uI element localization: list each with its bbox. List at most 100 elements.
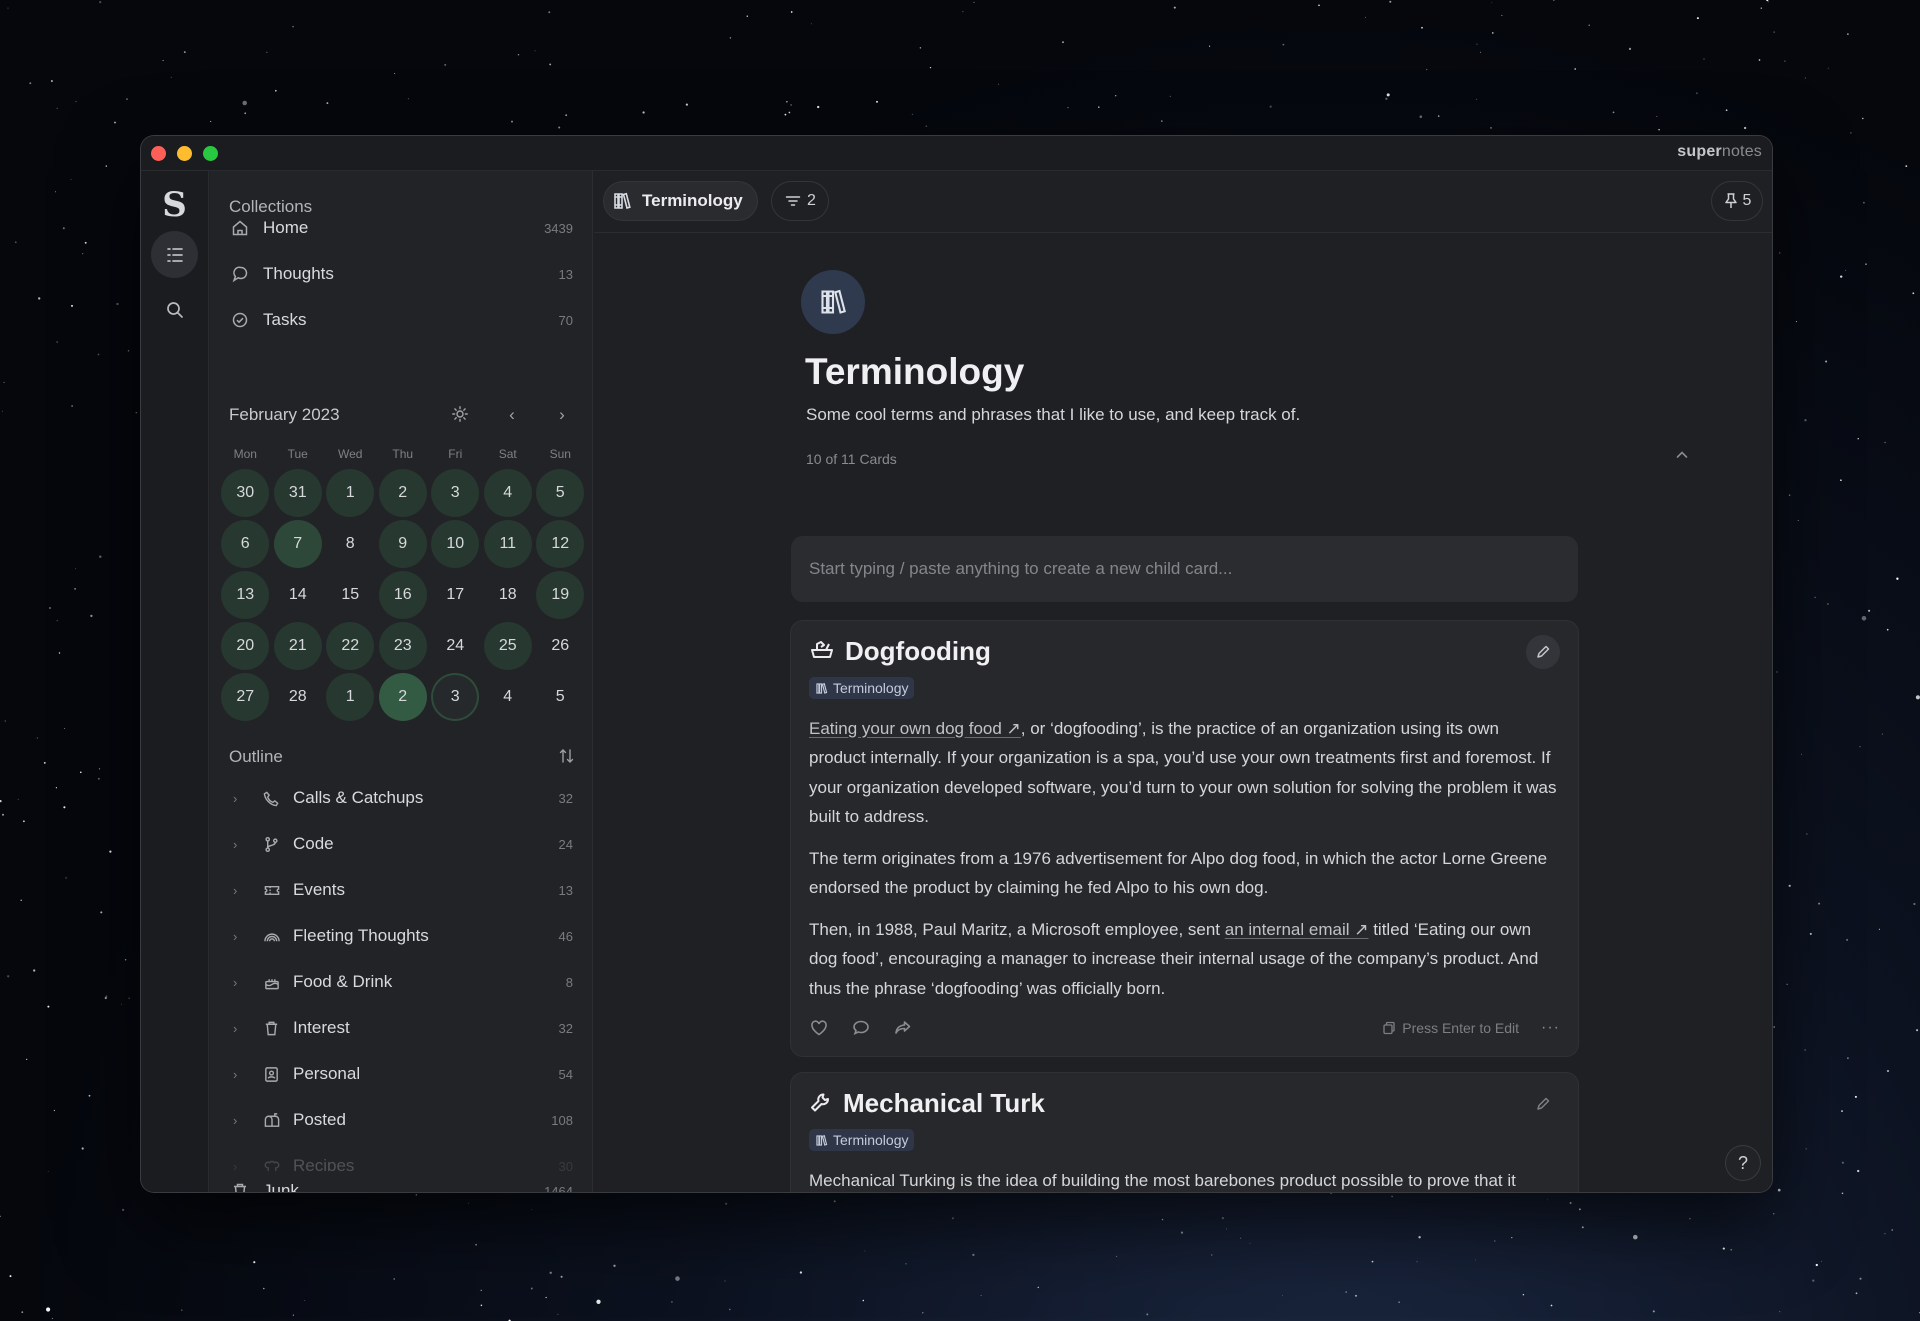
- calendar-day[interactable]: 26: [536, 622, 584, 670]
- outline-item-events[interactable]: › Events 13: [225, 870, 577, 910]
- chevron-right-icon[interactable]: ›: [233, 975, 249, 990]
- card-dogfooding[interactable]: Dogfooding Terminology Eating your own d…: [791, 621, 1578, 1056]
- calendar-day[interactable]: 27: [221, 673, 270, 721]
- edit-button[interactable]: [1526, 635, 1560, 669]
- outline-header: Outline: [229, 747, 576, 769]
- outline-count: 24: [558, 836, 573, 852]
- calendar-day[interactable]: 7: [273, 520, 322, 568]
- breadcrumb[interactable]: Terminology: [604, 182, 757, 220]
- calendar-day[interactable]: 22: [326, 622, 375, 670]
- card-tag[interactable]: Terminology: [809, 1129, 915, 1151]
- calendar-day[interactable]: 23: [378, 622, 427, 670]
- junk-item[interactable]: Junk 1464: [225, 1171, 577, 1192]
- chevron-right-icon[interactable]: ›: [233, 929, 249, 944]
- calendar-day[interactable]: 18: [484, 571, 532, 619]
- calendar-day[interactable]: 10: [431, 520, 480, 568]
- outline-item-food-drink[interactable]: › Food & Drink 8: [225, 962, 577, 1002]
- calendar-day[interactable]: 6: [221, 520, 270, 568]
- weekday-label: Fri: [448, 447, 463, 461]
- calendar-day[interactable]: 30: [221, 469, 270, 517]
- inbox-button[interactable]: [151, 1177, 198, 1192]
- calendar-day[interactable]: 1: [326, 673, 375, 721]
- card-body: Mechanical Turking is the idea of buildi…: [809, 1166, 1560, 1193]
- outline-count: 54: [558, 1066, 573, 1082]
- calendar-day[interactable]: 5: [536, 469, 585, 517]
- chevron-right-icon[interactable]: ›: [233, 1067, 249, 1082]
- external-link[interactable]: an internal email ↗: [1225, 920, 1369, 939]
- calendar-day[interactable]: 12: [536, 520, 585, 568]
- pinned-button[interactable]: 5: [1712, 182, 1762, 220]
- outline-item-personal[interactable]: › Personal 54: [225, 1054, 577, 1094]
- calendar-day[interactable]: 28: [274, 673, 322, 721]
- books-icon: [816, 682, 828, 694]
- filter-icon: [785, 196, 801, 206]
- calendar-day[interactable]: 2: [378, 673, 427, 721]
- chevron-right-icon[interactable]: ›: [233, 837, 249, 852]
- calendar-day[interactable]: 19: [536, 571, 585, 619]
- outline-item-calls-catchups[interactable]: › Calls & Catchups 32: [225, 778, 577, 818]
- chevron-up-icon[interactable]: [1674, 447, 1690, 467]
- outline-count: 108: [551, 1112, 573, 1128]
- edit-button[interactable]: [1526, 1087, 1560, 1121]
- weekday-label: Thu: [392, 447, 414, 461]
- card-body: Eating your own dog food ↗, or ‘dogfoodi…: [809, 714, 1560, 1004]
- heart-icon[interactable]: [809, 1018, 829, 1038]
- filter-button[interactable]: 2: [772, 182, 828, 220]
- card-mechanical-turk[interactable]: Mechanical Turk Terminology Mechanical T…: [791, 1073, 1578, 1192]
- collection-item-tasks[interactable]: Tasks 70: [225, 300, 577, 340]
- calendar-day[interactable]: 1: [326, 469, 375, 517]
- comment-icon[interactable]: [851, 1018, 871, 1038]
- calendar-day[interactable]: 14: [274, 571, 322, 619]
- search-button[interactable]: [151, 286, 198, 333]
- outline-item-interest[interactable]: › Interest 32: [225, 1008, 577, 1048]
- calendar-day[interactable]: 31: [273, 469, 322, 517]
- sort-icon[interactable]: [558, 747, 576, 769]
- calendar-day[interactable]: 16: [378, 571, 427, 619]
- calendar-day[interactable]: 17: [431, 571, 479, 619]
- calendar-day[interactable]: 4: [484, 673, 532, 721]
- calendar-day[interactable]: 9: [378, 520, 427, 568]
- help-button[interactable]: ?: [1726, 1146, 1760, 1180]
- calendar-day[interactable]: 13: [221, 571, 270, 619]
- calendar-day[interactable]: 20: [221, 622, 270, 670]
- chevron-right-icon[interactable]: ›: [233, 1021, 249, 1036]
- calendar-day[interactable]: 8: [326, 520, 374, 568]
- mail-icon: [165, 1191, 185, 1193]
- outline-item-code[interactable]: › Code 24: [225, 824, 577, 864]
- calendar-day[interactable]: 2: [378, 469, 427, 517]
- outline-item-fleeting-thoughts[interactable]: › Fleeting Thoughts 46: [225, 916, 577, 956]
- new-card-input[interactable]: [809, 559, 1578, 579]
- calendar-day[interactable]: 3: [431, 469, 480, 517]
- chevron-right-icon[interactable]: ›: [233, 1113, 249, 1128]
- chevron-left-icon[interactable]: ‹: [501, 405, 523, 425]
- calendar-day-today[interactable]: 3: [431, 673, 480, 721]
- calendar-day[interactable]: 5: [536, 673, 584, 721]
- outline-count: 8: [565, 974, 573, 990]
- external-link[interactable]: Eating your own dog food ↗: [809, 719, 1021, 738]
- card-title-row: Dogfooding: [809, 635, 1560, 667]
- calendar-day[interactable]: 21: [273, 622, 322, 670]
- collection-item-home[interactable]: Home 3439: [225, 208, 577, 248]
- close-window-button[interactable]: [151, 146, 166, 161]
- chevron-right-icon[interactable]: ›: [551, 405, 573, 425]
- collection-item-thoughts[interactable]: Thoughts 13: [225, 254, 577, 294]
- copy-icon: [1383, 1021, 1395, 1035]
- rainbow-icon: [263, 928, 283, 945]
- maximize-window-button[interactable]: [203, 146, 218, 161]
- calendar-day[interactable]: 24: [431, 622, 479, 670]
- search-icon: [166, 301, 183, 318]
- calendar-day[interactable]: 15: [326, 571, 374, 619]
- more-options-icon[interactable]: ···: [1541, 1019, 1560, 1037]
- calendar-day[interactable]: 11: [483, 520, 532, 568]
- minimize-window-button[interactable]: [177, 146, 192, 161]
- outline-view-button[interactable]: [151, 231, 198, 278]
- share-icon[interactable]: [893, 1018, 913, 1038]
- chevron-right-icon[interactable]: ›: [233, 791, 249, 806]
- calendar-day[interactable]: 25: [483, 622, 532, 670]
- calendar-day[interactable]: 4: [483, 469, 532, 517]
- outline-item-posted[interactable]: › Posted 108: [225, 1100, 577, 1140]
- chevron-right-icon[interactable]: ›: [233, 883, 249, 898]
- card-tag[interactable]: Terminology: [809, 677, 915, 699]
- sun-icon[interactable]: [449, 405, 471, 428]
- supernotes-logo-icon[interactable]: S: [151, 181, 198, 228]
